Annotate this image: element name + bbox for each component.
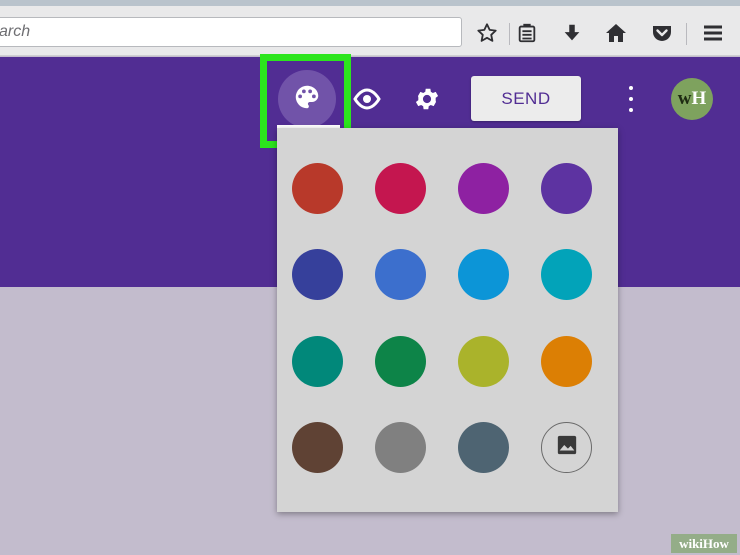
watermark: wikiHow: [671, 534, 737, 553]
home-icon[interactable]: [603, 20, 629, 46]
color-swatch-green[interactable]: [375, 336, 426, 387]
toolbar-divider: [686, 23, 687, 45]
color-swatch-orange[interactable]: [541, 336, 592, 387]
color-swatch-deep-purple[interactable]: [541, 163, 592, 214]
gear-icon[interactable]: [412, 84, 442, 114]
more-vert-icon[interactable]: [625, 86, 637, 112]
avatar[interactable]: wH: [671, 78, 713, 120]
color-swatch-light-blue[interactable]: [458, 249, 509, 300]
toolbar-divider: [509, 23, 510, 45]
color-swatch-purple[interactable]: [458, 163, 509, 214]
avatar-initial-h: H: [691, 88, 707, 109]
color-swatch-cyan[interactable]: [541, 249, 592, 300]
color-swatch-brown[interactable]: [292, 422, 343, 473]
pocket-icon[interactable]: [649, 20, 675, 46]
download-icon[interactable]: [559, 20, 585, 46]
send-button[interactable]: SEND: [471, 76, 581, 121]
color-swatch-crimson[interactable]: [375, 163, 426, 214]
color-swatch-teal[interactable]: [292, 336, 343, 387]
search-bar[interactable]: [0, 17, 462, 47]
search-input[interactable]: [0, 18, 461, 46]
color-swatch-indigo[interactable]: [292, 249, 343, 300]
star-icon[interactable]: [474, 20, 500, 46]
browser-toolbar: [0, 0, 740, 56]
color-swatch-red[interactable]: [292, 163, 343, 214]
avatar-initial-w: w: [677, 88, 692, 109]
color-swatch-custom-image[interactable]: [541, 422, 592, 473]
hamburger-menu-icon[interactable]: [700, 20, 726, 46]
color-swatch-grey[interactable]: [375, 422, 426, 473]
reading-list-icon[interactable]: [514, 20, 540, 46]
eye-icon[interactable]: [352, 84, 382, 114]
color-swatch-lime[interactable]: [458, 336, 509, 387]
color-picker-panel: [277, 128, 618, 512]
color-swatch-blue-grey[interactable]: [458, 422, 509, 473]
color-swatch-blue[interactable]: [375, 249, 426, 300]
image-icon: [556, 434, 578, 461]
